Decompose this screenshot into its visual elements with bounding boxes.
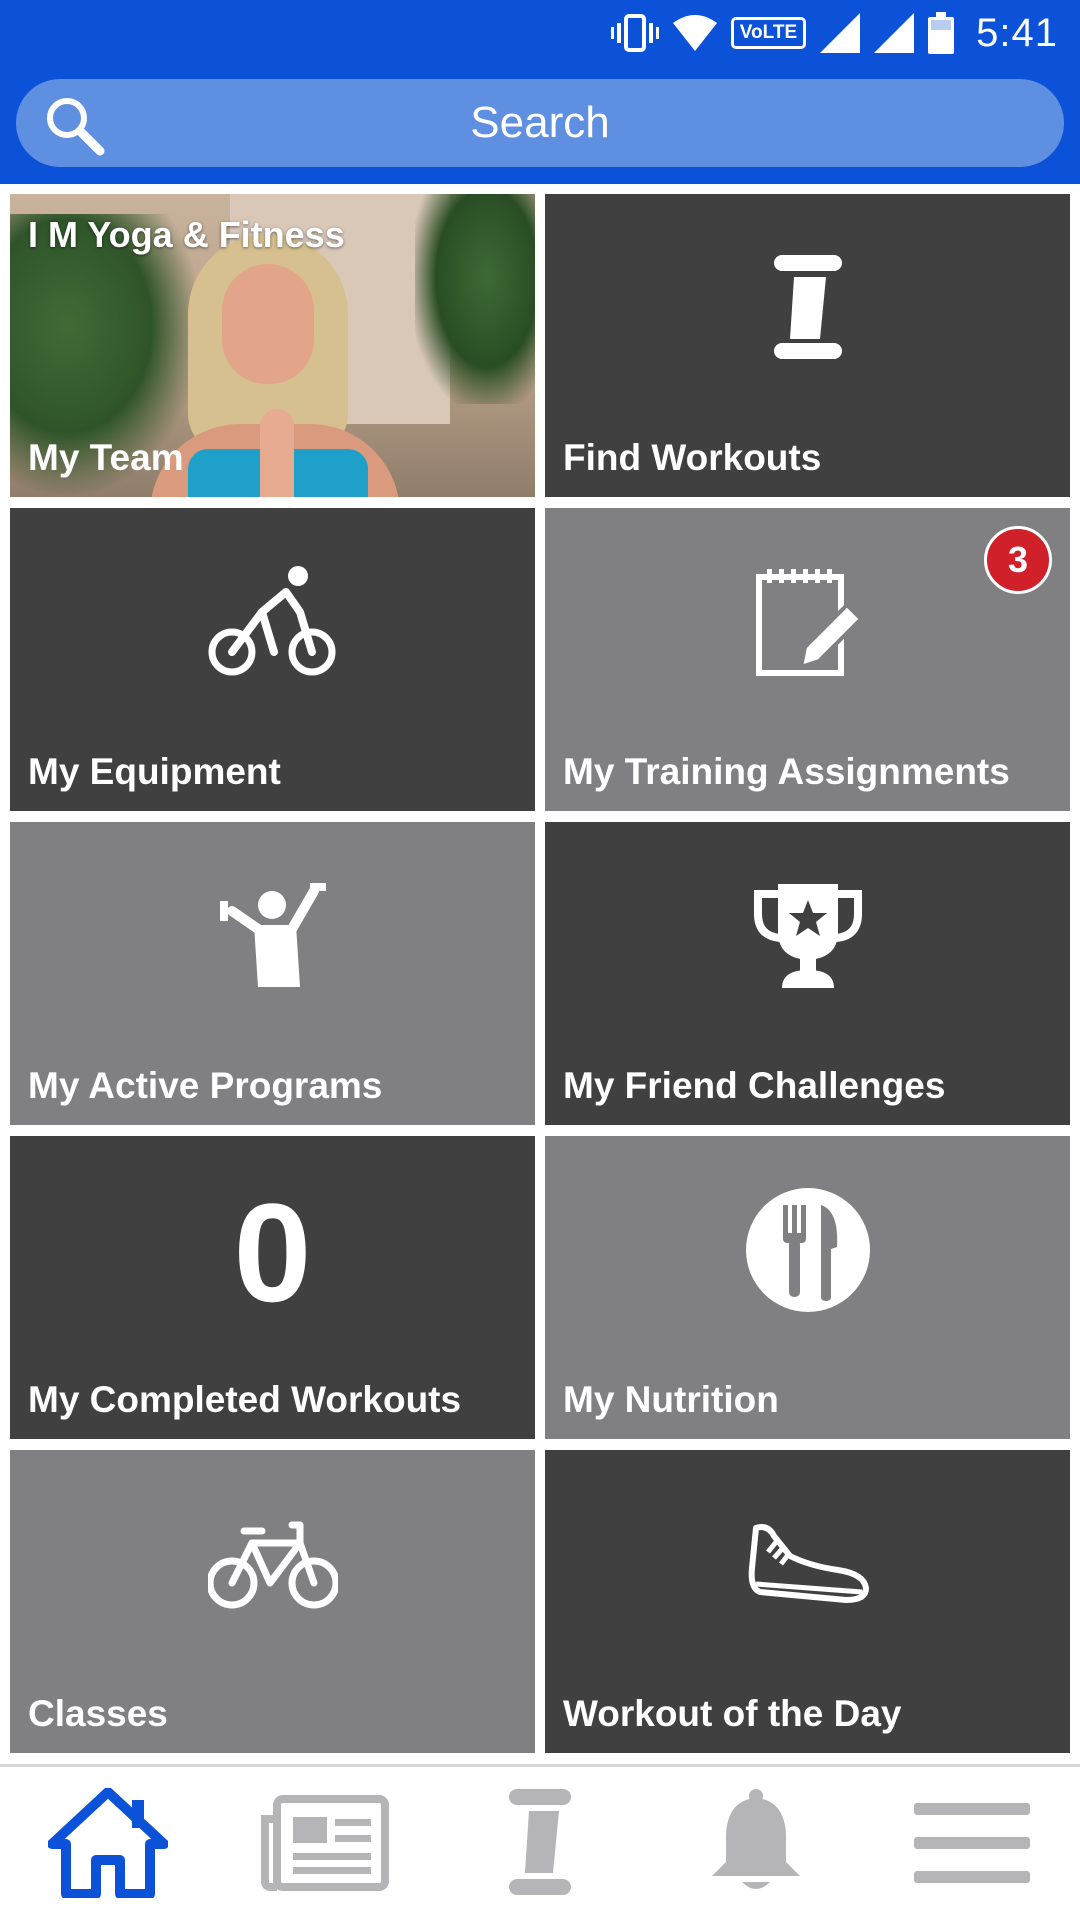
volte-icon: VoLTE [730, 17, 807, 49]
tile-label: Find Workouts [563, 437, 822, 478]
tile-my-friend-challenges[interactable]: My Friend Challenges [545, 822, 1070, 1125]
roller-icon [768, 253, 848, 368]
battery-icon [928, 12, 955, 54]
tile-label: My Team [28, 437, 184, 478]
tile-label: My Training Assignments [563, 751, 1010, 792]
tile-label: My Completed Workouts [28, 1379, 462, 1420]
tile-label: My Nutrition [563, 1379, 779, 1420]
tile-my-nutrition[interactable]: My Nutrition [545, 1136, 1070, 1439]
tile-label: My Active Programs [28, 1065, 383, 1106]
utensils-icon [745, 1187, 871, 1318]
nav-menu[interactable] [864, 1767, 1080, 1923]
bicycle-icon [206, 1519, 339, 1614]
tile-my-completed-workouts[interactable]: 0 My Completed Workouts [10, 1136, 535, 1439]
status-time: 5:41 [976, 10, 1058, 55]
tile-my-team[interactable]: I M Yoga & Fitness My Team [10, 194, 535, 497]
nav-notifications[interactable] [648, 1767, 864, 1923]
wifi-icon [672, 15, 717, 51]
search-icon[interactable] [42, 93, 106, 162]
menu-icon[interactable] [912, 1801, 1032, 1890]
tile-classes[interactable]: Classes [10, 1450, 535, 1753]
tile-label: Classes [28, 1693, 168, 1734]
tile-my-equipment[interactable]: My Equipment [10, 508, 535, 811]
signal-icon [874, 13, 915, 53]
nav-news[interactable] [216, 1767, 432, 1923]
sneaker-icon [746, 1522, 870, 1611]
notepad-icon [753, 567, 864, 682]
newspaper-icon[interactable] [259, 1793, 389, 1898]
home-icon[interactable] [47, 1786, 169, 1903]
cyclist-icon [208, 566, 338, 683]
completed-workouts-count: 0 [233, 1173, 312, 1331]
team-name: I M Yoga & Fitness [28, 214, 345, 255]
tile-find-workouts[interactable]: Find Workouts [545, 194, 1070, 497]
tile-my-training-assignments[interactable]: 3 My Training Assignments [545, 508, 1070, 811]
nav-workouts[interactable] [432, 1767, 648, 1923]
roller-icon[interactable] [505, 1787, 575, 1904]
weightlifter-icon [218, 881, 328, 996]
bell-icon[interactable] [708, 1788, 804, 1903]
nav-home[interactable] [0, 1767, 216, 1923]
signal-icon [820, 13, 861, 53]
vibrate-icon [610, 13, 659, 53]
app-header: VoLTE 5:41 Search [0, 0, 1080, 184]
tile-label: Workout of the Day [563, 1693, 902, 1734]
tile-label: My Friend Challenges [563, 1065, 946, 1106]
search-bar[interactable]: Search [16, 79, 1064, 167]
tile-label: My Equipment [28, 751, 281, 792]
trophy-icon [752, 880, 864, 997]
bottom-navigation [0, 1764, 1080, 1920]
tile-my-active-programs[interactable]: My Active Programs [10, 822, 535, 1125]
status-bar: VoLTE 5:41 [0, 0, 1080, 66]
tile-workout-of-the-day[interactable]: Workout of the Day [545, 1450, 1070, 1753]
search-input[interactable]: Search [470, 98, 609, 148]
